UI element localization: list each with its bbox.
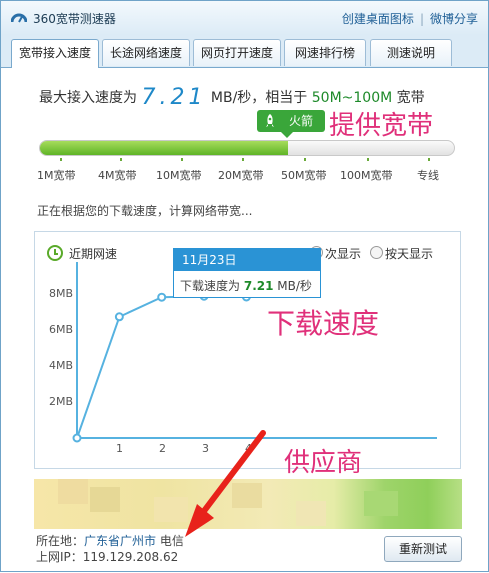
scale-tick: [304, 158, 306, 161]
rocket-badge: 火箭: [257, 110, 325, 132]
tab-speed-help[interactable]: 测速说明: [370, 39, 452, 66]
bandwidth-progress-track: [39, 140, 455, 156]
tooltip-prefix: 下载速度为: [180, 279, 241, 293]
rocket-label: 火箭: [289, 114, 314, 128]
create-shortcut-link[interactable]: 创建桌面图标: [342, 12, 414, 26]
scale-label-1m: 1M宽带: [37, 169, 76, 182]
ip-address: 119.129.208.62: [82, 550, 179, 564]
scale-label-20m: 20M宽带: [218, 169, 264, 182]
tooltip-unit: MB/秒: [277, 279, 312, 293]
scale-tick: [181, 158, 183, 161]
tooltip-body: 下载速度为 7.21 MB/秒: [180, 277, 312, 294]
data-point: [157, 292, 167, 302]
location-label: 所在地：: [36, 534, 85, 548]
bandwidth-range: 50M~100M: [311, 90, 393, 106]
weibo-share-link[interactable]: 微博分享: [430, 12, 478, 26]
bandwidth-progress-fill: [40, 141, 289, 155]
isp-info-bar-blurred: [34, 479, 462, 529]
location-city[interactable]: 广东省广州市: [84, 534, 156, 548]
rocket-pointer: [281, 132, 293, 138]
scale-label-4m: 4M宽带: [98, 169, 137, 182]
tab-webpage-speed[interactable]: 网页打开速度: [193, 39, 281, 66]
result-unit: MB/秒，相当于: [210, 90, 308, 106]
result-prefix: 最大接入速度为: [39, 90, 137, 106]
speed-value: 7.21: [141, 85, 207, 110]
tooltip-date: 11月23日: [174, 249, 320, 271]
data-point: [72, 433, 82, 443]
tab-access-speed[interactable]: 宽带接入速度: [11, 39, 99, 68]
link-separator: |: [419, 12, 424, 26]
title-bar[interactable]: 360宽带测速器 创建桌面图标 | 微博分享: [1, 1, 488, 35]
app-window: 360宽带测速器 创建桌面图标 | 微博分享 宽带接入速度 长途网络速度 网页打开速…: [0, 0, 489, 572]
rocket-icon: [266, 114, 274, 127]
chart-tooltip: 11月23日 下载速度为 7.21 MB/秒: [173, 248, 321, 298]
tab-long-distance-speed[interactable]: 长途网络速度: [102, 39, 190, 66]
scale-tick: [120, 158, 122, 161]
location-line: 所在地：广东省广州市 电信: [36, 532, 184, 549]
tooltip-value: 7.21: [243, 279, 274, 293]
data-point: [114, 312, 124, 322]
scale-label-10m: 10M宽带: [156, 169, 202, 182]
scale-tick: [367, 158, 369, 161]
tab-bar: 宽带接入速度 长途网络速度 网页打开速度 网速排行榜 测速说明: [1, 35, 488, 68]
scale-label-100m: 100M宽带: [340, 169, 393, 182]
annotation-provide-bandwidth: 提供宽带: [329, 111, 434, 141]
annotation-provider: 供应商: [284, 448, 363, 478]
app-logo-icon: [11, 13, 27, 23]
speed-series-line: [76, 295, 247, 439]
app-title: 360宽带测速器: [33, 12, 116, 26]
top-links: 创建桌面图标 | 微博分享: [342, 10, 478, 27]
status-text: 正在根据您的下载速度，计算网络带宽...: [37, 204, 253, 218]
annotation-download-speed: 下载速度: [267, 307, 380, 340]
scale-label-dedicated: 专线: [417, 169, 439, 182]
scale-tick: [428, 158, 430, 161]
isp-name: 电信: [159, 534, 184, 548]
ip-line: 上网IP：119.129.208.62: [36, 548, 178, 565]
retest-button[interactable]: 重新测试: [384, 536, 462, 562]
tab-speed-ranking[interactable]: 网速排行榜: [284, 39, 366, 66]
scale-tick: [60, 158, 62, 161]
ip-label: 上网IP：: [36, 550, 83, 564]
result-suffix: 宽带: [396, 90, 425, 106]
scale-label-50m: 50M宽带: [281, 169, 327, 182]
scale-tick: [242, 158, 244, 161]
